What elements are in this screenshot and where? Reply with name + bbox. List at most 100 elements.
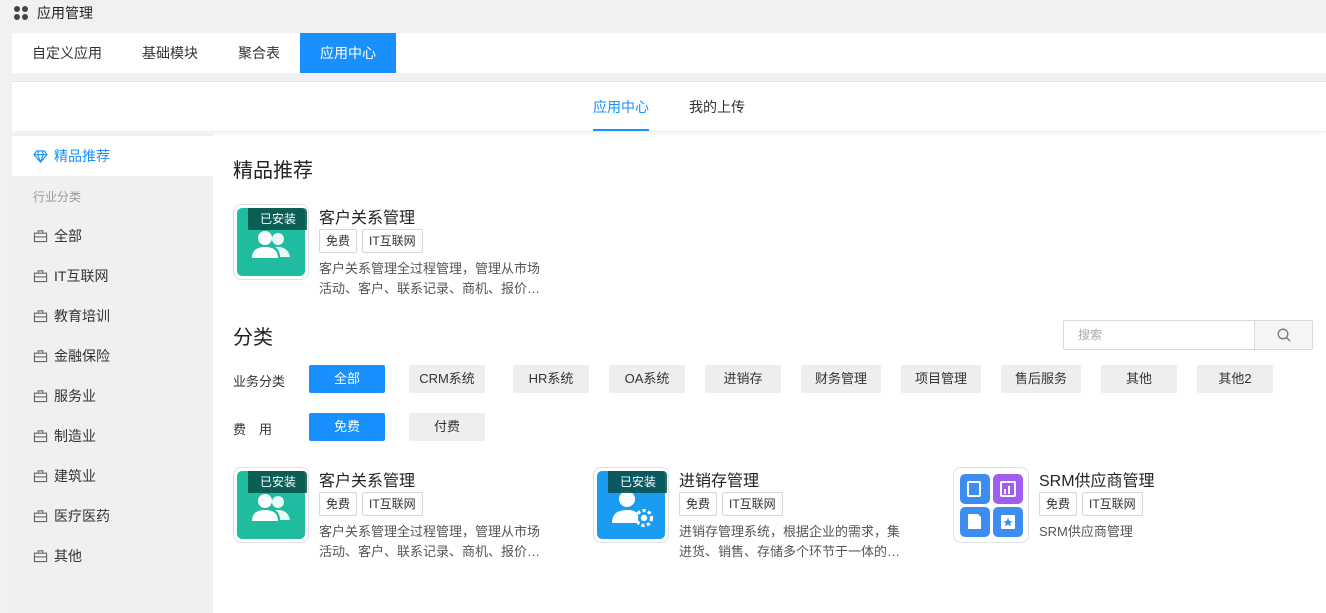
sidebar-item-label: 建筑业	[54, 468, 96, 484]
app-name: 客户关系管理	[319, 473, 416, 490]
filter-chip-other[interactable]: 其他	[1101, 365, 1177, 393]
subtab-my-uploads[interactable]: 我的上传	[689, 82, 745, 131]
desc-line: SRM供应商管理	[1039, 524, 1133, 539]
sidebar-item-all[interactable]: 全部	[12, 216, 213, 256]
app-icon	[953, 467, 1029, 543]
installed-badge: 已安装	[608, 471, 667, 493]
search-input[interactable]	[1064, 321, 1254, 349]
filter-chip-finance[interactable]: 财务管理	[801, 365, 881, 393]
desc-line: 客户关系管理全过程管理，管理从市场	[319, 261, 541, 276]
app-description: 客户关系管理全过程管理，管理从市场 活动、客户、联系记录、商机、报价…	[319, 522, 569, 562]
app-card[interactable]: 已安装 客户关系管理 免费 IT互联网 客户关系管理全过程管理，管理从市场 活动…	[233, 467, 573, 562]
category-section-title: 分类	[233, 327, 273, 349]
briefcase-icon	[33, 230, 48, 243]
app-icon: 已安装	[233, 204, 309, 280]
tag-free: 免费	[679, 492, 718, 516]
desc-line: 进货、销售、存储多个环节于一体的…	[679, 544, 901, 559]
app-name: 进销存管理	[679, 473, 760, 490]
briefcase-icon	[33, 470, 48, 483]
app-description: 进销存管理系统，根据企业的需求，集 进货、销售、存储多个环节于一体的…	[679, 522, 929, 562]
sidebar-item-label: 教育培训	[54, 308, 110, 324]
tag-industry: IT互联网	[722, 492, 783, 516]
desc-line: 活动、客户、联系记录、商机、报价…	[319, 544, 541, 559]
app-grid-icon	[960, 474, 1023, 537]
sidebar: 精品推荐 行业分类 全部 IT互联网 教育培训 金融保险 服务业 制造业 建筑业…	[12, 133, 213, 613]
tab-aggregate-table[interactable]: 聚合表	[218, 33, 300, 73]
business-filter-label: 业务分类	[233, 374, 286, 389]
tag-free: 免费	[1039, 492, 1078, 516]
sidebar-item-label: 其他	[54, 548, 82, 564]
sidebar-item-construction[interactable]: 建筑业	[12, 456, 213, 496]
app-grid-icon	[14, 6, 28, 20]
sidebar-item-featured[interactable]: 精品推荐	[12, 136, 213, 176]
briefcase-icon	[33, 270, 48, 283]
main-content: 精品推荐 已安装 客户关系管理 免费 IT互联网 客户关系管理全过程管理，管理从…	[233, 133, 1326, 613]
featured-app-card[interactable]: 已安装 客户关系管理 免费 IT互联网 客户关系管理全过程管理，管理从市场 活动…	[233, 204, 573, 299]
filter-chip-free[interactable]: 免费	[309, 413, 385, 441]
app-icon: 已安装	[593, 467, 669, 543]
sidebar-group-label: 行业分类	[33, 189, 82, 204]
app-name: SRM供应商管理	[1039, 473, 1155, 490]
briefcase-icon	[33, 550, 48, 563]
installed-badge: 已安装	[248, 208, 307, 230]
briefcase-icon	[33, 390, 48, 403]
sidebar-item-finance[interactable]: 金融保险	[12, 336, 213, 376]
filter-chip-paid[interactable]: 付费	[409, 413, 485, 441]
sidebar-item-label: 服务业	[54, 388, 96, 404]
app-description: 客户关系管理全过程管理，管理从市场 活动、客户、联系记录、商机、报价…	[319, 259, 569, 299]
briefcase-icon	[33, 510, 48, 523]
sidebar-item-medical[interactable]: 医疗医药	[12, 496, 213, 536]
sidebar-item-it[interactable]: IT互联网	[12, 256, 213, 296]
app-card[interactable]: 已安装 进销存管理 免费 IT互联网 进销存管理系统，根据企业的需求，集 进货、…	[593, 467, 933, 562]
tag-industry: IT互联网	[1082, 492, 1143, 516]
filter-chip-after-sales[interactable]: 售后服务	[1001, 365, 1081, 393]
briefcase-icon	[33, 310, 48, 323]
briefcase-icon	[33, 350, 48, 363]
sidebar-item-label: 金融保险	[54, 348, 110, 364]
filter-chip-other2[interactable]: 其他2	[1197, 365, 1273, 393]
sidebar-item-other[interactable]: 其他	[12, 536, 213, 576]
title-bar: 应用管理	[0, 0, 1326, 26]
filter-chip-crm[interactable]: CRM系统	[409, 365, 485, 393]
filter-chip-project[interactable]: 项目管理	[901, 365, 981, 393]
page-title: 应用管理	[37, 5, 93, 21]
featured-section-title: 精品推荐	[233, 160, 313, 182]
app-card[interactable]: SRM供应商管理 免费 IT互联网 SRM供应商管理	[953, 467, 1293, 562]
filter-chip-hr[interactable]: HR系统	[513, 365, 589, 393]
desc-line: 进销存管理系统，根据企业的需求，集	[679, 524, 901, 539]
sidebar-item-label: 全部	[54, 228, 82, 244]
filter-chip-all[interactable]: 全部	[309, 365, 385, 393]
search-button[interactable]	[1254, 321, 1312, 349]
fee-filter-label: 费 用	[233, 422, 273, 437]
app-name: 客户关系管理	[319, 210, 416, 227]
tab-base-modules[interactable]: 基础模块	[122, 33, 218, 73]
sidebar-item-label: 医疗医药	[54, 508, 110, 524]
sidebar-item-label: 精品推荐	[54, 148, 110, 164]
search-box	[1063, 320, 1313, 350]
tag-industry: IT互联网	[362, 229, 423, 253]
subtab-app-center[interactable]: 应用中心	[593, 82, 649, 131]
sidebar-item-service[interactable]: 服务业	[12, 376, 213, 416]
installed-badge: 已安装	[248, 471, 307, 493]
sidebar-item-manufacturing[interactable]: 制造业	[12, 416, 213, 456]
app-center-panel: 应用中心 我的上传 精品推荐 行业分类 全部 IT互联网 教育培训 金融保险 服…	[12, 81, 1326, 613]
app-icon: 已安装	[233, 467, 309, 543]
sidebar-item-education[interactable]: 教育培训	[12, 296, 213, 336]
filter-chip-oa[interactable]: OA系统	[609, 365, 685, 393]
main-tabs: 自定义应用 基础模块 聚合表 应用中心	[12, 33, 1326, 73]
desc-line: 活动、客户、联系记录、商机、报价…	[319, 281, 541, 296]
tag-free: 免费	[319, 229, 358, 253]
sub-tabs: 应用中心 我的上传	[12, 82, 1326, 132]
sidebar-item-label: IT互联网	[54, 268, 109, 284]
tab-app-center[interactable]: 应用中心	[300, 33, 396, 73]
search-icon	[1277, 328, 1290, 342]
filter-chip-inventory[interactable]: 进销存	[705, 365, 781, 393]
diamond-icon	[33, 149, 48, 163]
app-description: SRM供应商管理	[1039, 522, 1289, 542]
tag-free: 免费	[319, 492, 358, 516]
tab-custom-apps[interactable]: 自定义应用	[12, 33, 122, 73]
desc-line: 客户关系管理全过程管理，管理从市场	[319, 524, 541, 539]
sidebar-item-label: 制造业	[54, 428, 96, 444]
briefcase-icon	[33, 430, 48, 443]
tag-industry: IT互联网	[362, 492, 423, 516]
